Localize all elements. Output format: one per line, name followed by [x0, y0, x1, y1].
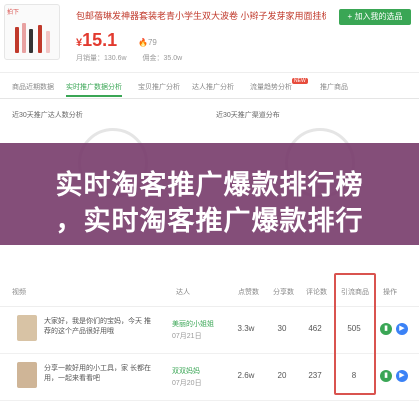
- chart-icon[interactable]: ▮: [380, 323, 392, 335]
- banner-line-1: 实时淘客推广爆款排行榜: [55, 170, 364, 200]
- talent-name[interactable]: 美丽的小姐姐: [172, 319, 232, 329]
- tab-promo-goods[interactable]: 推广商品: [320, 82, 348, 92]
- thumb-decor-icon: [46, 31, 50, 53]
- thumb-decor-icon: [22, 23, 26, 53]
- promo-label: 拍下: [7, 10, 20, 16]
- comments-value: 237: [308, 371, 322, 380]
- play-icon[interactable]: ▶: [396, 370, 408, 382]
- flame-icon: 🔥: [138, 38, 148, 47]
- play-icon[interactable]: ▶: [396, 323, 408, 335]
- post-date: 07月20日: [172, 380, 202, 387]
- likes-value: 3.3w: [237, 324, 255, 333]
- hot-index: 🔥79: [138, 38, 157, 47]
- product-stats: 月销量：130.6w 佣金：35.0w: [76, 53, 196, 63]
- tab-realtime-promo[interactable]: 实时推广数据分析: [66, 82, 122, 97]
- product-price: ¥15.1: [76, 30, 117, 51]
- analysis-tabs: 商品近期数据 实时推广数据分析 宝贝推广分析 达人推广分析 流量趋势分析 NEW…: [0, 78, 419, 99]
- thumb-decor-icon: [29, 29, 33, 53]
- video-thumbnail[interactable]: [17, 362, 37, 388]
- goods-column-highlight: [334, 273, 376, 395]
- video-desc[interactable]: 分享一款好用的小工具，家 长都在用，一起来看看吧: [44, 364, 154, 384]
- video-desc[interactable]: 大家好，我是你们的宝妈，今天 推荐的这个产品很好用哦: [44, 317, 154, 337]
- banner-line-2: ，实时淘客推广爆款排行: [55, 206, 364, 236]
- tab-traffic-trend[interactable]: 流量趋势分析: [250, 82, 292, 92]
- thumb-decor-icon: [15, 27, 19, 53]
- new-badge: NEW: [292, 78, 308, 84]
- monthly-sales: 月销量：130.6w: [76, 55, 127, 62]
- add-to-selection-button[interactable]: + 加入我的选品: [339, 9, 411, 25]
- video-thumbnail[interactable]: [17, 315, 37, 341]
- th-comments: 评论数: [306, 289, 327, 296]
- th-actions: 操作: [383, 289, 397, 296]
- product-title[interactable]: 包邮蓓琳发神器套装老青小学生双大波卷 小辫子发芽家用面挂梳头发: [76, 9, 326, 22]
- page-card: 拍下 包邮蓓琳发神器套装老青小学生双大波卷 小辫子发芽家用面挂梳头发 + 加入我…: [0, 0, 419, 401]
- product-thumbnail[interactable]: 拍下: [4, 4, 60, 60]
- price-value: 15.1: [82, 30, 118, 50]
- hot-value: 79: [147, 38, 157, 47]
- commission: 佣金：35.0w: [142, 55, 183, 62]
- tab-item-promo[interactable]: 宝贝推广分析: [138, 82, 180, 92]
- post-date: 07月21日: [172, 333, 202, 340]
- product-header: 拍下 包邮蓓琳发神器套装老青小学生双大波卷 小辫子发芽家用面挂梳头发 + 加入我…: [0, 0, 419, 73]
- th-talent: 达人: [176, 289, 190, 296]
- tab-recent-data[interactable]: 商品近期数据: [12, 82, 54, 92]
- left-chart-title: 近30天推广达人数分析: [12, 112, 83, 119]
- th-shares: 分享数: [273, 289, 294, 296]
- title-banner: 实时淘客推广爆款排行榜 ，实时淘客推广爆款排行: [0, 143, 419, 245]
- th-video: 视频: [12, 289, 26, 296]
- likes-value: 2.6w: [237, 371, 255, 380]
- chart-icon[interactable]: ▮: [380, 370, 392, 382]
- comments-value: 462: [308, 324, 322, 333]
- tab-talent-promo[interactable]: 达人推广分析: [192, 82, 234, 92]
- th-likes: 点赞数: [238, 289, 259, 296]
- thumb-decor-icon: [38, 25, 42, 53]
- right-chart-title: 近30天推广渠道分布: [216, 112, 280, 119]
- talent-name[interactable]: 双双妈妈: [172, 366, 232, 376]
